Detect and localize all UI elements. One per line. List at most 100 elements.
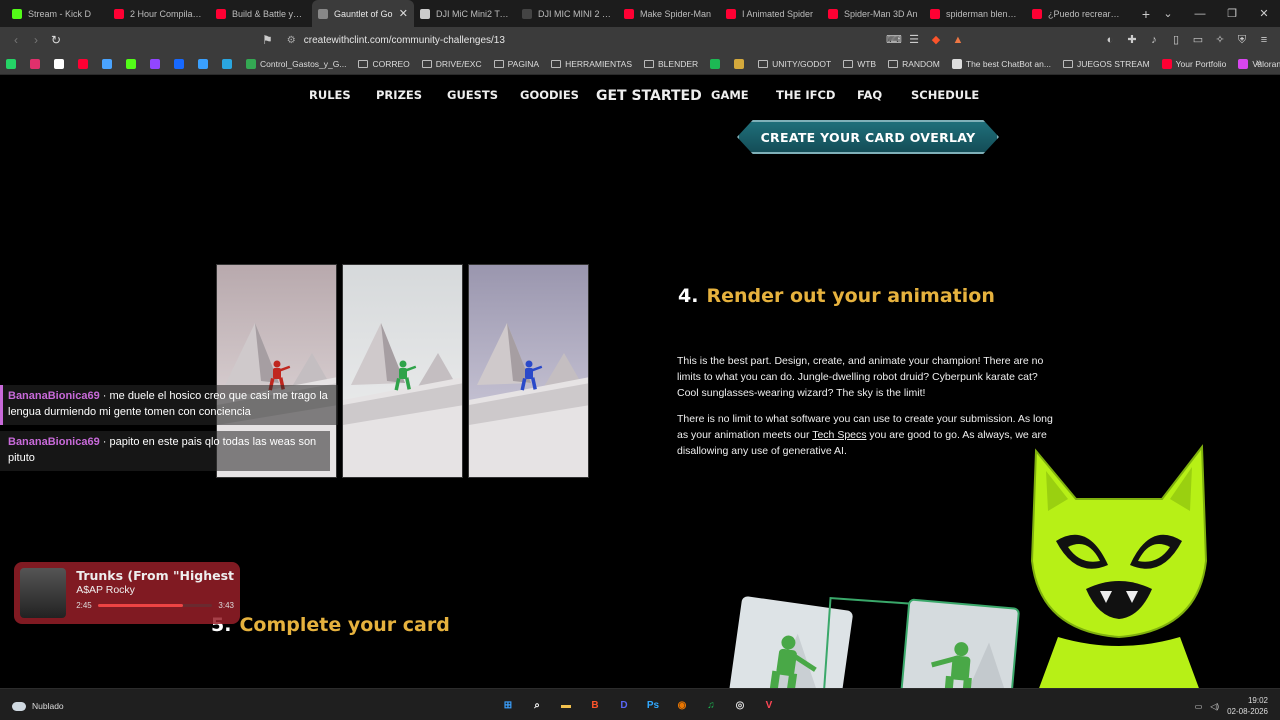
profile-icon[interactable]: ◐ (1104, 34, 1116, 46)
network-icon[interactable]: ▭ (1195, 702, 1203, 711)
nav-link-schedule[interactable]: SCHEDULE (911, 88, 979, 104)
tab-favicon-icon (1032, 8, 1042, 19)
vpn-icon[interactable]: ⛨ (1236, 34, 1248, 46)
nav-link-faq[interactable]: FAQ (857, 88, 882, 104)
bookmark-folder[interactable]: RANDOM (888, 59, 940, 69)
obs-icon[interactable]: ◎ (730, 695, 750, 715)
bookmark-label: CORREO (372, 58, 410, 69)
bookmark-item[interactable] (126, 58, 140, 69)
tab-title: Spider-Man 3D An (844, 8, 918, 19)
clock[interactable]: 19:02 02-08-2026 (1227, 695, 1268, 717)
media-icon[interactable]: ♪ (1148, 34, 1160, 46)
wallet-icon[interactable]: ▭ (1192, 34, 1204, 46)
discord-icon[interactable]: D (614, 695, 634, 715)
bookmark-label: WTB (857, 58, 877, 69)
bookmark-folder[interactable]: WTB (843, 59, 876, 69)
browser-tab[interactable]: Stream - Kick D (6, 0, 108, 27)
blender-icon[interactable]: ◉ (672, 695, 692, 715)
restore-button[interactable]: ❐ (1216, 7, 1248, 20)
menu-icon[interactable]: ≡ (1258, 34, 1270, 46)
bookmark-item[interactable]: Control_Gastos_y_G... (246, 58, 346, 69)
bookmark-folder[interactable]: UNITY/GODOT (758, 59, 831, 69)
forward-button[interactable]: › (26, 33, 46, 47)
bookmark-item[interactable] (150, 58, 164, 69)
brave-shields-icon[interactable]: ◆ (930, 34, 942, 46)
folder-icon (1062, 59, 1073, 68)
browser-tab[interactable]: Build & Battle your (210, 0, 312, 27)
bookmark-item[interactable] (54, 58, 68, 69)
bookmark-folder[interactable]: PAGINA (493, 58, 540, 69)
browser-tab[interactable]: Gauntlet of Go ✕ (312, 0, 414, 27)
explorer-icon[interactable]: ▬ (556, 695, 576, 715)
valorant-icon[interactable]: V (759, 695, 779, 715)
bookmark-folder[interactable]: HERRAMIENTAS (551, 59, 632, 69)
bookmark-item[interactable] (6, 58, 20, 69)
browser-tab[interactable]: DJI MiC Mini2 Tran (414, 0, 516, 27)
tab-title: DJI MIC MINI 2 TR (538, 8, 612, 19)
search-icon[interactable]: ⌕ (527, 695, 547, 715)
browser-tab[interactable]: DJI MIC MINI 2 TR (516, 0, 618, 27)
weather-widget[interactable]: Nublado (12, 701, 64, 711)
bookmarks-overflow-icon[interactable]: » (1256, 57, 1262, 69)
browser-tab[interactable]: Make Spider-Man (618, 0, 720, 27)
leo-icon[interactable]: ✧ (1214, 34, 1226, 46)
photoshop-icon[interactable]: Ps (643, 695, 663, 715)
bookmark-item[interactable] (710, 58, 724, 69)
bookmark-item[interactable] (734, 58, 748, 69)
back-button[interactable]: ‹ (6, 33, 26, 47)
spotify-icon[interactable]: ♫ (701, 695, 721, 715)
bookmark-item[interactable] (198, 58, 212, 69)
progress-track (97, 604, 213, 607)
close-tab-icon[interactable]: ✕ (399, 7, 408, 20)
reload-button[interactable]: ↻ (46, 33, 66, 47)
address-bar[interactable]: ⚙ createwithclint.com/community-challeng… (287, 35, 886, 46)
bookmark-label: PAGINA (507, 58, 540, 69)
translate-icon[interactable]: ⌨ (886, 34, 902, 46)
reader-mode-icon[interactable]: ☰ (908, 34, 920, 46)
nav-link-goodies[interactable]: GOODIES (520, 88, 579, 104)
nav-link-guests[interactable]: GUESTS (447, 88, 498, 104)
tab-favicon-icon (828, 8, 838, 19)
bookmark-folder[interactable]: JUEGOS STREAM (1062, 59, 1150, 69)
bookmark-item[interactable] (78, 58, 92, 69)
extensions-icon[interactable]: ✚ (1126, 34, 1138, 46)
site-icon (734, 58, 745, 69)
minimize-button[interactable]: — (1184, 8, 1216, 20)
bookmark-item[interactable] (174, 58, 188, 69)
bookmark-label: Your Portfolio (1175, 58, 1227, 69)
bookmark-item[interactable] (222, 58, 236, 69)
nav-link-get-started[interactable]: GET STARTED (596, 88, 702, 104)
youtube-icon (78, 58, 88, 69)
bookmark-folder[interactable]: DRIVE/EXC (421, 59, 482, 69)
bookmark-item[interactable] (102, 58, 116, 69)
close-window-button[interactable]: ✕ (1248, 7, 1280, 20)
create-card-overlay-button[interactable]: CREATE YOUR CARD OVERLAY (737, 120, 999, 154)
tech-specs-link[interactable]: Tech Specs (812, 429, 866, 441)
nav-link-rules[interactable]: RULES (309, 88, 351, 104)
nav-link-the-ifcd[interactable]: THE IFCD (776, 88, 835, 104)
browser-tab[interactable]: 2 Hour Compilation (108, 0, 210, 27)
sidebar-icon[interactable]: ▯ (1170, 34, 1182, 46)
nav-link-prizes[interactable]: PRIZES (376, 88, 422, 104)
blurred-header-text (210, 76, 590, 84)
tab-favicon-icon (726, 8, 736, 19)
browser-tab[interactable]: ¿Puedo recrear Spi (1026, 0, 1128, 27)
bookmark-icon[interactable]: ⚑ (262, 33, 273, 47)
start-icon[interactable]: ⊞ (498, 695, 518, 715)
bookmark-folder[interactable]: CORREO (358, 58, 410, 69)
nav-link-game[interactable]: GAME (711, 88, 749, 104)
volume-icon[interactable]: ◁) (1210, 702, 1219, 711)
bookmark-item[interactable] (30, 58, 44, 69)
browser-tab[interactable]: Spider-Man 3D An (822, 0, 924, 27)
brave-icon[interactable]: B (585, 695, 605, 715)
bookmark-item[interactable]: The best ChatBot an... (951, 58, 1051, 69)
browser-tab[interactable]: I Animated Spider (720, 0, 822, 27)
bookmark-item[interactable]: Your Portfolio (1161, 58, 1227, 69)
tab-search-icon[interactable]: ⌄ (1152, 7, 1184, 20)
rewards-icon[interactable]: ▲ (952, 34, 964, 46)
site-info-icon[interactable]: ⚙ (287, 35, 296, 46)
browser-tab[interactable]: spiderman blender (924, 0, 1026, 27)
bookmark-folder[interactable]: BLENDER (644, 59, 698, 69)
duration-time: 3:43 (218, 601, 234, 610)
step4-heading: 4. Render out your animation (678, 285, 995, 307)
